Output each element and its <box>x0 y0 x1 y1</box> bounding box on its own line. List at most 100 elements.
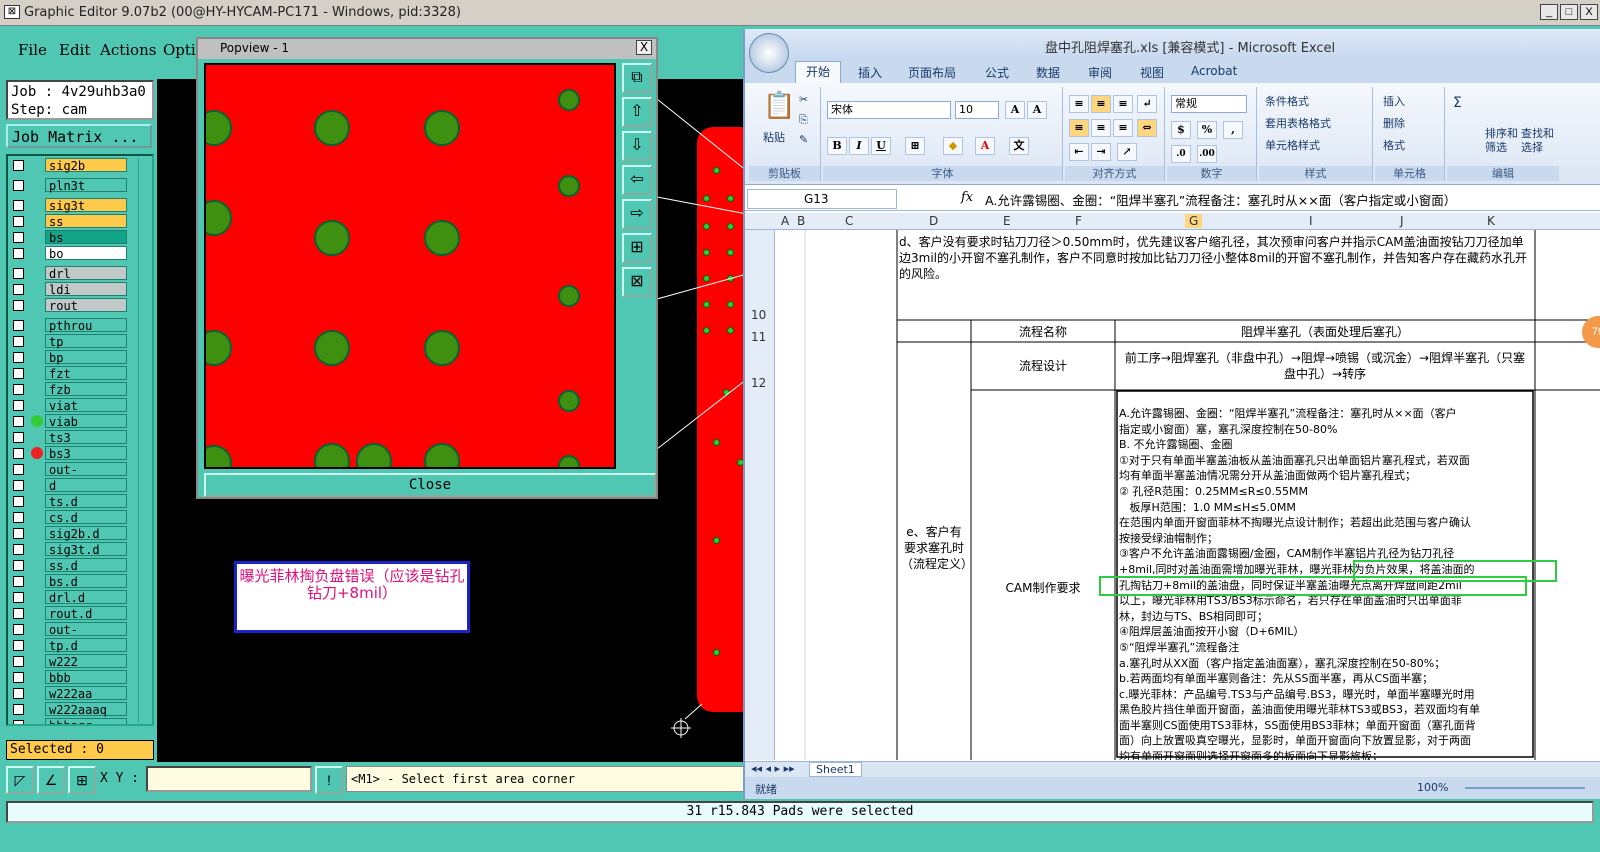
layer-name[interactable]: pln3t <box>45 178 127 193</box>
layer-checkbox[interactable] <box>13 199 24 211</box>
menu-file[interactable]: File <box>18 41 47 59</box>
layer-checkbox[interactable] <box>13 351 24 363</box>
increase-indent-icon[interactable]: ⇥ <box>1091 143 1111 161</box>
flow-name-value[interactable]: 阻焊半塞孔（表面处理后塞孔） <box>1119 324 1531 340</box>
layer-checkbox[interactable] <box>13 671 24 683</box>
col-header[interactable]: E <box>1003 214 1011 228</box>
layer-name[interactable]: d <box>45 478 127 493</box>
col-header[interactable]: C <box>845 214 853 228</box>
phonetic-icon[interactable]: 文 <box>1009 137 1029 155</box>
popview-close-button[interactable]: Close <box>204 473 656 497</box>
underline-icon[interactable]: U <box>871 137 891 155</box>
pan-right-icon[interactable]: ⇨ <box>622 199 652 229</box>
sheet-tab[interactable]: Sheet1 <box>809 762 862 777</box>
font-name-select[interactable]: 宋体 <box>827 101 951 119</box>
percent-icon[interactable]: % <box>1197 121 1217 139</box>
layer-name[interactable]: w222aa <box>45 686 127 701</box>
zoom-window-icon[interactable]: ⧉ <box>622 63 652 93</box>
layer-name[interactable]: ts.d <box>45 494 127 509</box>
layer-row[interactable]: ss.d <box>10 558 128 573</box>
layer-row[interactable]: tp <box>10 334 128 349</box>
xy-input[interactable] <box>146 766 312 792</box>
orientation-icon[interactable]: ↗ <box>1117 143 1137 161</box>
decrease-decimal-icon[interactable]: .00 <box>1197 145 1217 163</box>
row-header[interactable]: 10 <box>751 308 766 322</box>
menu-edit[interactable]: Edit <box>59 41 90 59</box>
pad-marker[interactable] <box>206 200 232 236</box>
layer-name[interactable]: fzt <box>45 366 127 381</box>
sheet-nav-icon[interactable]: ◂◂ ◂ ▸ ▸▸ <box>751 762 795 775</box>
pad-marker[interactable] <box>558 285 580 307</box>
layer-name[interactable]: viat <box>45 398 127 413</box>
layer-checkbox[interactable] <box>13 319 24 331</box>
layer-name[interactable]: ss <box>45 214 127 229</box>
minimize-button[interactable]: _ <box>1540 4 1558 20</box>
layer-name[interactable]: out-plating <box>45 622 127 651</box>
row-header[interactable]: 12 <box>751 376 766 390</box>
layer-name[interactable]: drl <box>45 266 127 281</box>
layer-name[interactable]: sig3t.d <box>45 542 127 557</box>
popview-canvas[interactable] <box>204 63 616 469</box>
layer-checkbox[interactable] <box>13 415 24 427</box>
zoom-out-icon[interactable]: ⊠ <box>622 267 652 297</box>
layer-row[interactable]: w222aaaq <box>10 702 128 717</box>
tab-acrobat[interactable]: Acrobat <box>1191 64 1237 78</box>
delete-cells-button[interactable]: 删除 <box>1383 115 1405 131</box>
layer-name[interactable]: viab <box>45 414 127 429</box>
layer-scrollbar[interactable] <box>138 158 150 722</box>
layer-checkbox[interactable] <box>13 511 24 523</box>
layer-name[interactable]: sig2b.d <box>45 526 127 541</box>
layer-row[interactable]: w222 <box>10 654 128 669</box>
col-header[interactable]: B <box>797 214 805 228</box>
layer-checkbox[interactable] <box>13 383 24 395</box>
maximize-button[interactable]: □ <box>1560 4 1578 20</box>
layer-row[interactable]: bo <box>10 246 128 261</box>
layer-checkbox[interactable] <box>13 527 24 539</box>
bold-icon[interactable]: B <box>827 137 847 155</box>
grow-font-icon[interactable]: A <box>1005 101 1025 119</box>
layer-name[interactable]: rout <box>45 298 127 313</box>
pad-marker[interactable] <box>206 445 232 467</box>
layer-name[interactable]: out-plating <box>45 462 127 491</box>
layer-name[interactable]: bbbaqq <box>45 718 127 724</box>
insert-cells-button[interactable]: 插入 <box>1383 93 1405 109</box>
cam-label[interactable]: CAM制作要求 <box>975 580 1111 596</box>
col-header[interactable]: J <box>1400 214 1404 228</box>
layer-name[interactable]: bp <box>45 350 127 365</box>
pad-marker[interactable] <box>314 110 350 146</box>
layer-name[interactable]: bs <box>45 230 127 245</box>
e-label[interactable]: e、客户有要求塞孔时（流程定义） <box>901 524 973 572</box>
layer-row[interactable]: ss <box>10 214 128 229</box>
borders-icon[interactable]: ⊞ <box>905 137 925 155</box>
comma-icon[interactable]: , <box>1223 121 1243 139</box>
sort-filter-button[interactable]: 排序和 筛选 <box>1485 127 1518 155</box>
layer-row[interactable]: fzt <box>10 366 128 381</box>
decrease-indent-icon[interactable]: ⇤ <box>1069 143 1089 161</box>
layer-name[interactable]: ts3 <box>45 430 127 445</box>
paste-icon[interactable]: 📋 <box>763 91 795 121</box>
sheet-grid[interactable]: d、客户没有要求时钻刀刀径＞0.50mm时，优先建议客户缩孔径，其次预审问客户并… <box>775 230 1600 760</box>
layer-row[interactable]: fzb <box>10 382 128 397</box>
pad-marker[interactable] <box>424 110 460 146</box>
layer-row[interactable]: bbb <box>10 670 128 685</box>
layer-row[interactable]: sig2b <box>10 158 128 173</box>
layer-checkbox[interactable] <box>13 431 24 443</box>
align-right-icon[interactable]: ≡ <box>1113 119 1133 137</box>
format-painter-icon[interactable]: ✎ <box>799 133 808 146</box>
pad-marker[interactable] <box>558 175 580 197</box>
layer-name[interactable]: bo <box>45 246 127 261</box>
layer-row[interactable]: ts.d <box>10 494 128 509</box>
alert-button[interactable]: ! <box>315 766 343 794</box>
layer-checkbox[interactable] <box>13 495 24 507</box>
layer-name[interactable]: w222 <box>45 654 127 669</box>
row10-text[interactable]: d、客户没有要求时钻刀刀径＞0.50mm时，优先建议客户缩孔径，其次预审问客户并… <box>899 234 1531 282</box>
popview-close-x[interactable]: X <box>636 40 652 55</box>
pad-marker[interactable] <box>558 390 580 412</box>
layer-row[interactable]: drl.d <box>10 590 128 605</box>
fx-icon[interactable]: fx <box>961 190 973 205</box>
name-box[interactable]: G13 <box>747 189 897 209</box>
align-bottom-icon[interactable]: ≡ <box>1113 95 1133 113</box>
layer-checkbox[interactable] <box>13 607 24 619</box>
find-select-button[interactable]: 查找和 选择 <box>1521 127 1554 155</box>
office-button[interactable] <box>749 33 789 73</box>
